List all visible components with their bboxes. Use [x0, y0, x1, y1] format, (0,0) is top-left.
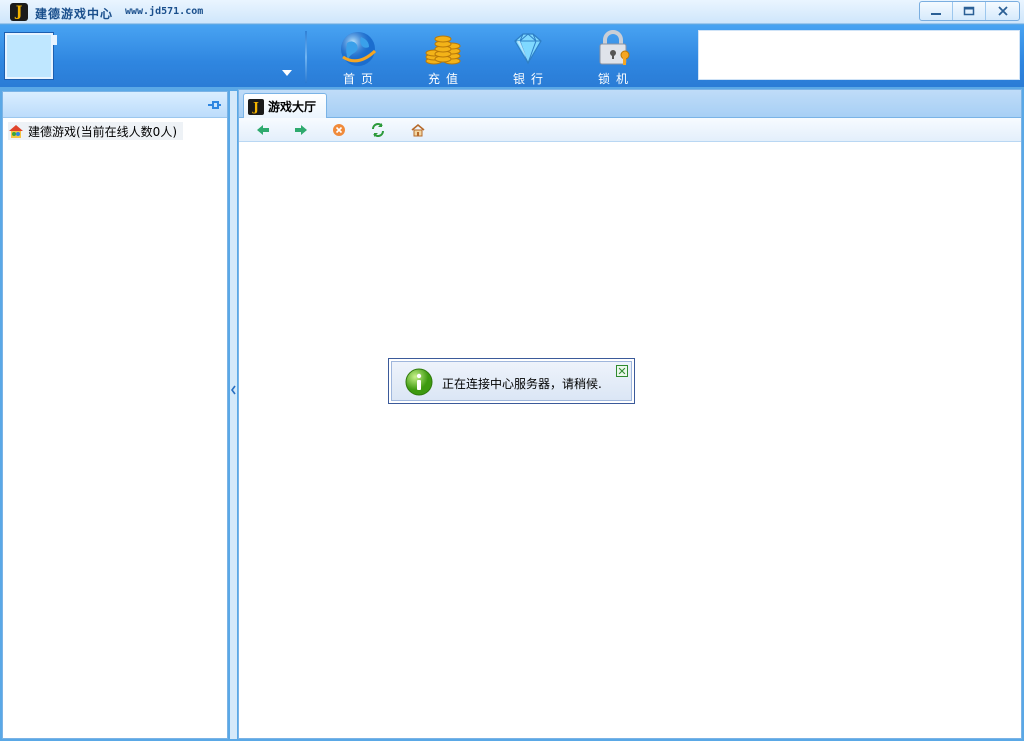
- window-title: 建德游戏中心: [35, 7, 114, 21]
- collapse-arrow-icon[interactable]: [230, 384, 237, 396]
- maximize-icon: [963, 6, 975, 16]
- tree-item-game[interactable]: 建德游戏(当前在线人数0人): [8, 122, 183, 140]
- toolbar-divider: [305, 31, 307, 83]
- forward-icon[interactable]: [293, 122, 309, 138]
- nav-lock-label: 锁机: [597, 72, 634, 86]
- diamond-icon: [514, 33, 542, 65]
- left-panel-header: [3, 92, 227, 118]
- home-icon[interactable]: [410, 122, 426, 138]
- connecting-notice: 正在连接中心服务器，请稍候.: [388, 358, 635, 404]
- app-logo-icon: J: [10, 3, 28, 21]
- pin-icon[interactable]: [206, 97, 222, 113]
- left-panel: 建德游戏(当前在线人数0人): [2, 91, 228, 739]
- game-house-icon: [9, 125, 23, 138]
- notice-message: 正在连接中心服务器，请稍候.: [442, 377, 602, 391]
- top-info-panel: [698, 30, 1020, 80]
- user-dropdown-icon[interactable]: [280, 68, 294, 78]
- close-icon: [997, 6, 1008, 16]
- back-icon[interactable]: [255, 122, 271, 138]
- notice-close-icon[interactable]: [616, 365, 628, 377]
- title-bar: J 建德游戏中心 www.jd571.com: [0, 0, 1024, 24]
- minimize-icon: [931, 13, 941, 15]
- content-panel: J 游戏大厅: [238, 89, 1022, 739]
- tab-game-lobby[interactable]: J 游戏大厅: [243, 93, 327, 119]
- minimize-button[interactable]: [920, 2, 953, 20]
- user-avatar[interactable]: [5, 33, 53, 79]
- notice-body: 正在连接中心服务器，请稍候.: [391, 361, 632, 401]
- main-toolbar: 首页 充值 银行 锁机: [0, 25, 1024, 87]
- nav-home-button[interactable]: 首页: [328, 29, 388, 87]
- stop-icon[interactable]: [331, 122, 347, 138]
- browser-toolbar: [239, 118, 1021, 142]
- maximize-button[interactable]: [953, 2, 986, 20]
- window-url: www.jd571.com: [125, 6, 204, 17]
- panel-splitter[interactable]: [230, 91, 237, 739]
- window-controls: [919, 1, 1020, 21]
- tab-logo-icon: J: [248, 98, 264, 115]
- lock-icon: [599, 30, 630, 65]
- nav-home-label: 首页: [342, 72, 379, 86]
- refresh-icon[interactable]: [370, 122, 386, 138]
- tab-strip: J 游戏大厅: [239, 90, 1021, 119]
- avatar-corner: [51, 35, 57, 45]
- globe-icon: [341, 32, 377, 66]
- nav-recharge-button[interactable]: 充值: [413, 29, 473, 87]
- nav-lock-button[interactable]: 锁机: [583, 29, 643, 87]
- nav-bank-button[interactable]: 银行: [498, 29, 558, 87]
- nav-recharge-label: 充值: [427, 72, 464, 86]
- nav-bank-label: 银行: [512, 72, 549, 86]
- close-button[interactable]: [986, 2, 1019, 20]
- info-icon: [405, 368, 433, 396]
- coins-icon: [425, 35, 461, 65]
- tab-label: 游戏大厅: [268, 100, 317, 114]
- tree-item-label: 建德游戏(当前在线人数0人): [28, 124, 177, 139]
